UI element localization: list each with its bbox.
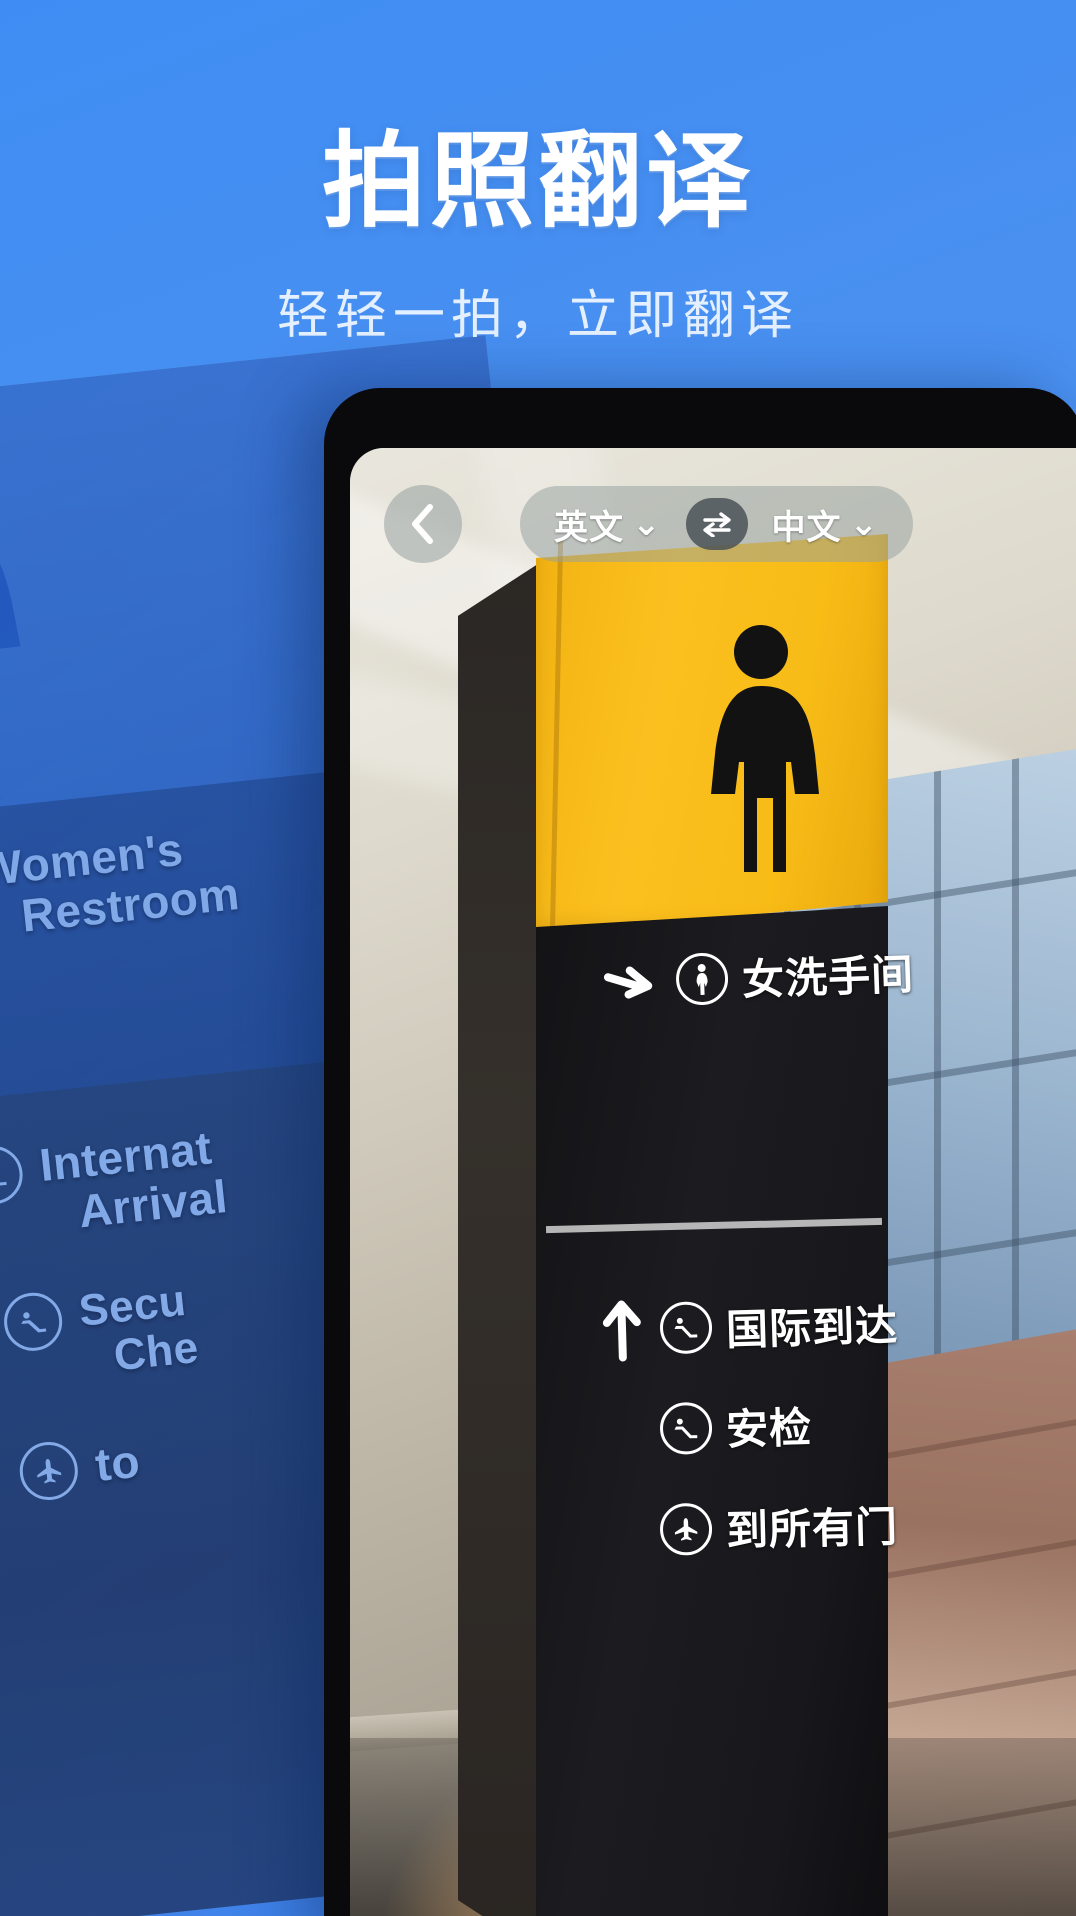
translated-label-security: 安检 [725, 1403, 813, 1454]
translated-label-restroom: 女洗手间 [741, 950, 915, 1004]
source-language-dropdown[interactable]: 英文 ⌄ [554, 500, 662, 549]
source-language-label: 英文 [554, 508, 624, 547]
escalator-security-icon [659, 1401, 713, 1455]
phone-screen: 女洗手间 国际到达 安检 到所有门 英文 ⌄ 中文 ⌄ [350, 448, 1076, 1916]
escalator-glyph [674, 1317, 698, 1338]
language-selector-pill: 英文 ⌄ 中文 ⌄ [520, 486, 913, 562]
airport-pillar-sign: 女洗手间 国际到达 安检 到所有门 [458, 534, 915, 1916]
chevron-left-icon [412, 504, 433, 544]
arrow-right-icon [603, 966, 653, 999]
escalator-arrivals-icon [659, 1301, 713, 1355]
chevron-down-icon: ⌄ [849, 505, 879, 543]
target-language-label: 中文 [771, 508, 842, 547]
womens-restroom-icon [711, 625, 819, 872]
hero-heading: 拍照翻译 拍照翻译 轻轻一拍，立即翻译 [0, 96, 1076, 348]
translated-row-restroom: 女洗手间 [603, 941, 915, 1013]
woman-glyph [696, 963, 708, 995]
phone-mockup: 女洗手间 国际到达 安检 到所有门 英文 ⌄ 中文 ⌄ [324, 388, 1076, 1916]
translated-label-intl-arrivals: 国际到达 [725, 1301, 899, 1354]
escalator-glyph [674, 1418, 698, 1438]
womens-restroom-icon [675, 951, 729, 1006]
promo-screen: Women's Restroom Internat Arrival [0, 0, 1076, 1916]
swap-horizontal-icon [702, 512, 731, 537]
pillar-side-face [458, 560, 544, 1916]
camera-viewfinder: 女洗手间 国际到达 安检 到所有门 [350, 448, 1076, 1916]
chevron-down-icon: ⌄ [632, 505, 662, 543]
swap-languages-button[interactable] [685, 498, 748, 550]
translated-row-all-gates: 到所有门 [659, 1493, 899, 1560]
hero-subtitle: 轻轻一拍，立即翻译 [276, 287, 799, 345]
airplane-icon [659, 1502, 713, 1556]
hero-title-wrap: 拍照翻译 拍照翻译 [322, 96, 754, 247]
translated-label-all-gates: 到所有门 [725, 1503, 899, 1555]
airplane-glyph [674, 1517, 698, 1541]
translate-topbar: 英文 ⌄ 中文 ⌄ [350, 484, 1076, 564]
target-language-dropdown[interactable]: 中文 ⌄ [772, 500, 880, 549]
arrow-up-icon [602, 1300, 641, 1362]
hero-title: 拍照翻译 [321, 124, 754, 240]
back-button[interactable] [384, 485, 462, 563]
translated-row-security: 安检 [659, 1394, 813, 1459]
translated-row-intl-arrivals: 国际到达 [597, 1290, 899, 1362]
